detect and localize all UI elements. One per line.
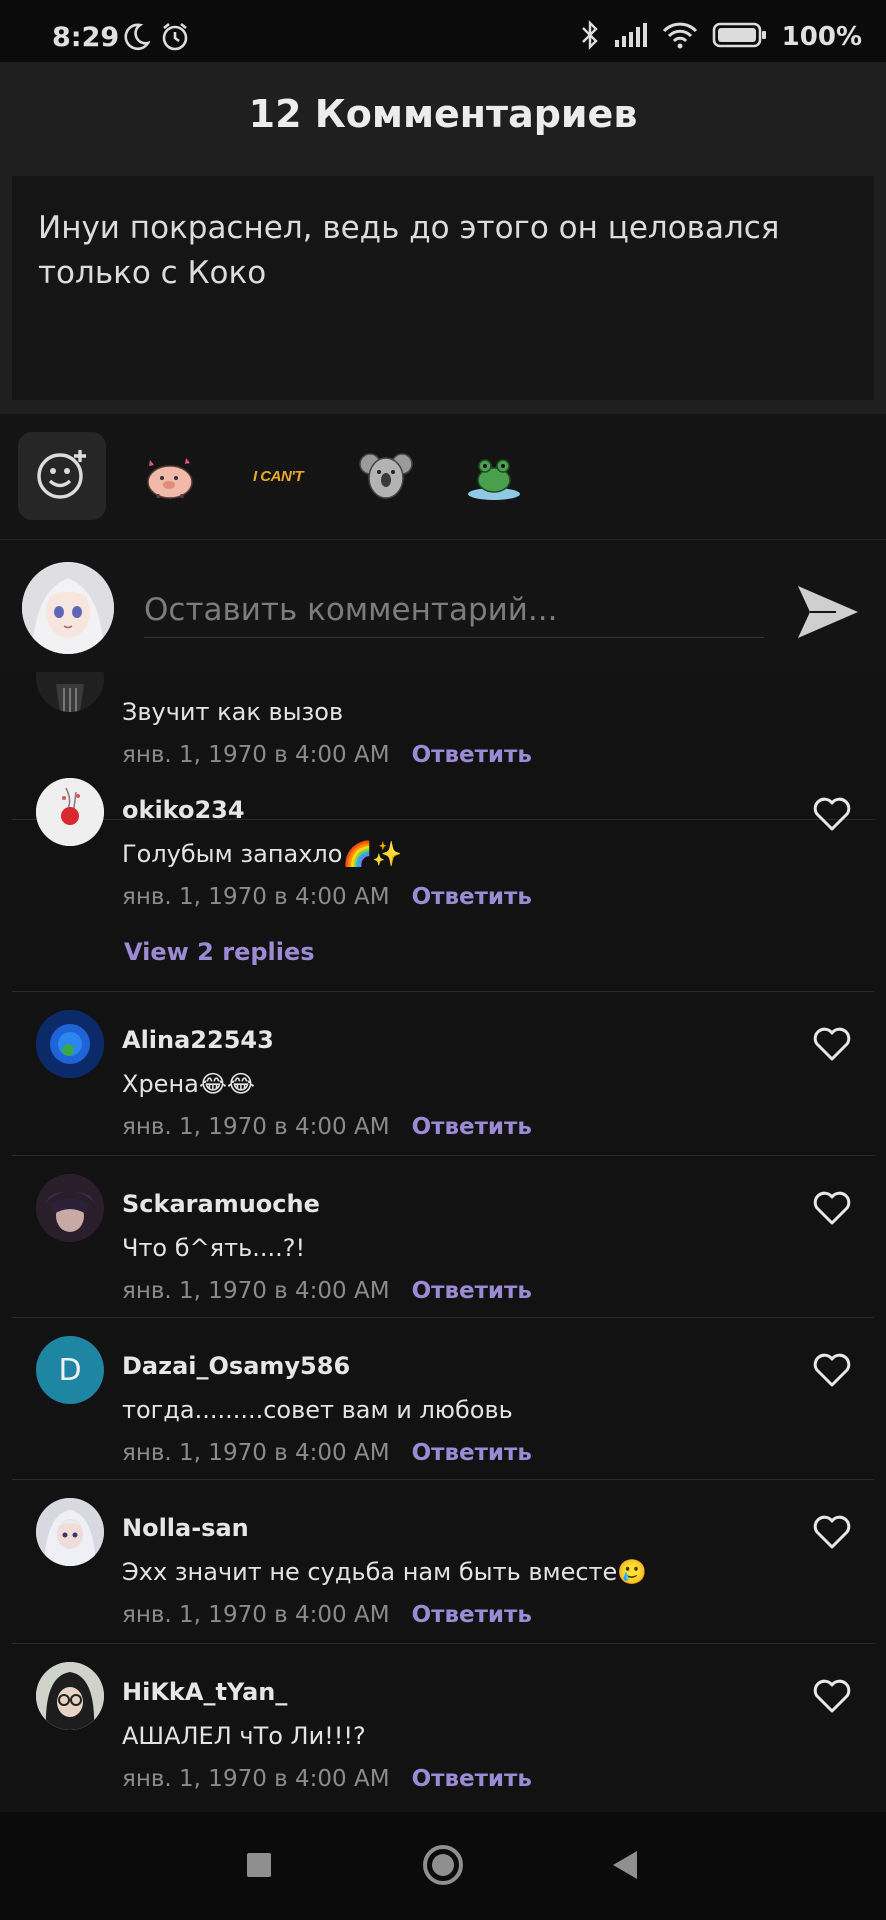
home-button[interactable] <box>416 1840 470 1894</box>
back-triangle-icon <box>609 1848 641 1886</box>
comment-text: Что б^ять....?! <box>122 1234 306 1262</box>
reply-button[interactable]: Ответить <box>412 1114 532 1140</box>
comment-item: D Dazai_Osamy586 тогда.........совет вам… <box>0 1318 886 1480</box>
home-circle-icon <box>421 1843 465 1891</box>
comment-date: янв. 1, 1970 в 4:00 AM <box>122 1114 390 1140</box>
comment-text: Звучит как вызов <box>122 698 344 726</box>
avatar[interactable] <box>36 672 104 712</box>
pig-sticker[interactable] <box>126 432 214 520</box>
comment-text: тогда.........совет вам и любовь <box>122 1396 513 1424</box>
sticker-row: I CAN'T <box>0 414 886 540</box>
reply-button[interactable]: Ответить <box>412 1602 532 1628</box>
comment-meta: янв. 1, 1970 в 4:00 AM Ответить <box>122 742 532 768</box>
comment-text: Голубым запахло🌈✨ <box>122 840 403 868</box>
heart-icon <box>812 1353 852 1392</box>
send-icon <box>796 586 860 648</box>
comment-date: янв. 1, 1970 в 4:00 AM <box>122 1602 390 1628</box>
comment-text: Хрена😂😂 <box>122 1070 255 1098</box>
comment-username[interactable]: okiko234 <box>122 796 245 824</box>
square-icon <box>244 1850 274 1884</box>
like-button[interactable] <box>812 1678 852 1714</box>
comment-text: АШАЛЕЛ чТо Ли!!!? <box>122 1722 366 1750</box>
system-nav-bar <box>0 1812 886 1920</box>
emoji-add-icon <box>34 446 90 506</box>
alarm-icon <box>160 22 190 56</box>
comment-username[interactable]: Sckaramuoche <box>122 1190 320 1218</box>
comment-item: HiKkA_tYan_ АШАЛЕЛ чТо Ли!!!? янв. 1, 19… <box>0 1644 886 1812</box>
like-button[interactable] <box>812 1514 852 1550</box>
wifi-icon <box>662 21 698 53</box>
comment-item: Звучит как вызов янв. 1, 1970 в 4:00 AM О… <box>0 672 886 820</box>
send-button[interactable] <box>796 580 860 644</box>
heart-icon <box>812 797 852 836</box>
comment-meta: янв. 1, 1970 в 4:00 AM Ответить <box>122 1766 532 1792</box>
heart-icon <box>812 1191 852 1230</box>
comment-username[interactable]: HiKkA_tYan_ <box>122 1678 287 1706</box>
koala-sticker[interactable] <box>342 432 430 520</box>
moon-icon <box>122 22 151 56</box>
comment-item: Nolla-san Эхх значит не судьба нам быть … <box>0 1480 886 1644</box>
page-title: 12 Комментариев <box>248 92 638 136</box>
avatar[interactable] <box>36 1010 104 1078</box>
comment-date: янв. 1, 1970 в 4:00 AM <box>122 1766 390 1792</box>
reply-button[interactable]: Ответить <box>412 884 532 910</box>
status-bar: 8:29 100% <box>0 0 886 62</box>
recents-button[interactable] <box>232 1840 286 1894</box>
heart-icon <box>812 1027 852 1066</box>
comments-header: 12 Комментариев <box>0 62 886 174</box>
comment-item: okiko234 Голубым запахло🌈✨ янв. 1, 1970 … <box>0 776 886 992</box>
comment-meta: янв. 1, 1970 в 4:00 AM Ответить <box>122 1440 532 1466</box>
comment-date: янв. 1, 1970 в 4:00 AM <box>122 742 390 768</box>
avatar[interactable] <box>36 1174 104 1242</box>
comment-date: янв. 1, 1970 в 4:00 AM <box>122 1278 390 1304</box>
comment-meta: янв. 1, 1970 в 4:00 AM Ответить <box>122 1278 532 1304</box>
avatar[interactable] <box>36 1662 104 1730</box>
battery-icon <box>712 21 768 53</box>
emoji-add-button[interactable] <box>18 432 106 520</box>
reply-button[interactable]: Ответить <box>412 1440 532 1466</box>
reply-button[interactable]: Ответить <box>412 742 532 768</box>
like-button[interactable] <box>812 1352 852 1388</box>
comment-item: Sckaramuoche Что б^ять....?! янв. 1, 197… <box>0 1156 886 1318</box>
comment-username[interactable]: Alina22543 <box>122 1026 274 1054</box>
like-button[interactable] <box>812 1190 852 1226</box>
heart-icon <box>812 1679 852 1718</box>
comment-item: Alina22543 Хрена😂😂 янв. 1, 1970 в 4:00 A… <box>0 992 886 1156</box>
avatar[interactable]: D <box>36 1336 104 1404</box>
back-button[interactable] <box>598 1840 652 1894</box>
i-cant-sticker[interactable]: I CAN'T <box>234 432 322 520</box>
comment-username[interactable]: Dazai_Osamy586 <box>122 1352 350 1380</box>
like-button[interactable] <box>812 796 852 832</box>
bluetooth-icon <box>580 20 600 54</box>
my-avatar[interactable] <box>22 562 114 654</box>
quoted-text-panel: Инуи покраснел, ведь до этого он целовал… <box>0 174 886 414</box>
heart-icon <box>812 1515 852 1554</box>
status-time: 8:29 <box>52 22 120 53</box>
frog-sticker[interactable] <box>450 432 538 520</box>
reply-button[interactable]: Ответить <box>412 1278 532 1304</box>
comment-meta: янв. 1, 1970 в 4:00 AM Ответить <box>122 1602 532 1628</box>
comment-input[interactable] <box>144 582 764 638</box>
reply-button[interactable]: Ответить <box>412 1766 532 1792</box>
avatar[interactable] <box>36 778 104 846</box>
signal-icon <box>614 22 648 52</box>
comment-meta: янв. 1, 1970 в 4:00 AM Ответить <box>122 884 532 910</box>
comment-username[interactable]: Nolla-san <box>122 1514 249 1542</box>
avatar-letter: D <box>58 1352 82 1388</box>
battery-percent: 100% <box>781 22 862 52</box>
avatar[interactable] <box>36 1498 104 1566</box>
comment-list[interactable]: Звучит как вызов янв. 1, 1970 в 4:00 AM О… <box>0 672 886 1812</box>
like-button[interactable] <box>812 1026 852 1062</box>
comment-text: Эхх значит не судьба нам быть вместе🥲 <box>122 1558 648 1586</box>
view-replies-link[interactable]: View 2 replies <box>124 938 315 966</box>
comment-date: янв. 1, 1970 в 4:00 AM <box>122 884 390 910</box>
comment-date: янв. 1, 1970 в 4:00 AM <box>122 1440 390 1466</box>
quoted-text: Инуи покраснел, ведь до этого он целовал… <box>12 176 874 400</box>
comment-input-row <box>0 540 886 672</box>
comment-meta: янв. 1, 1970 в 4:00 AM Ответить <box>122 1114 532 1140</box>
